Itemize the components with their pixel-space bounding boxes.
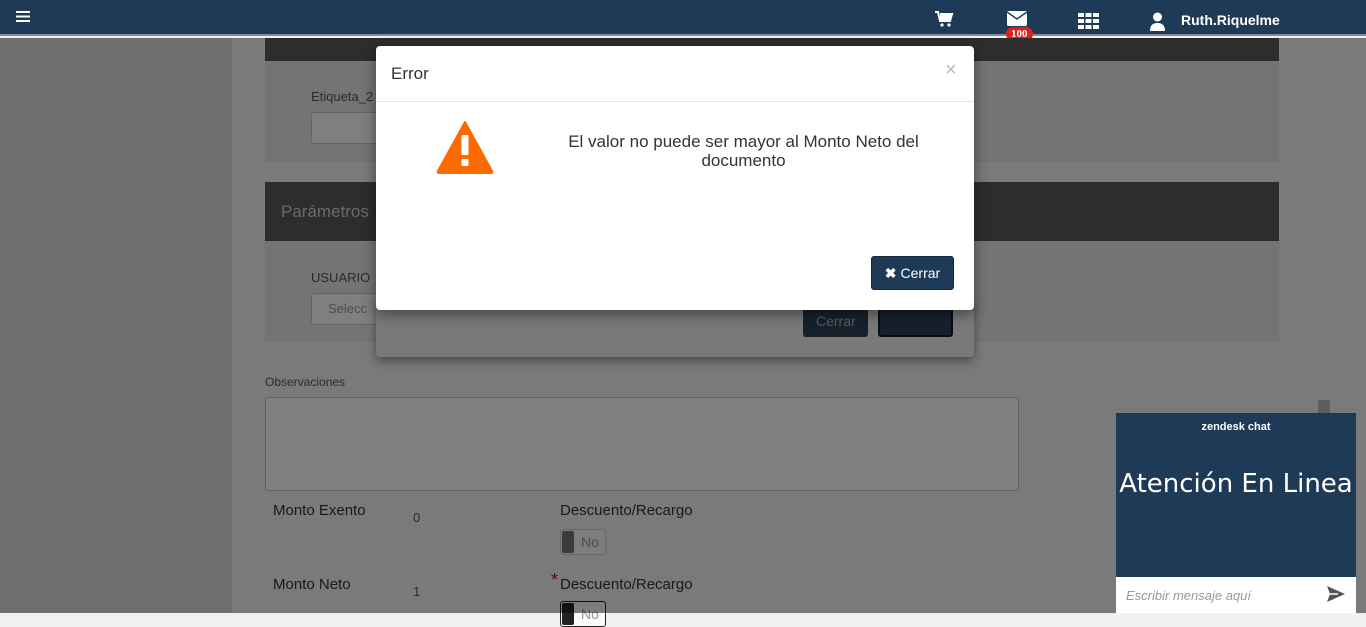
chat-placeholder: Escribir mensaje aquí xyxy=(1126,588,1251,603)
zendesk-chat-widget[interactable]: zendesk chat Atención En Linea Escribir … xyxy=(1116,413,1356,613)
chat-message-input[interactable]: Escribir mensaje aquí xyxy=(1116,577,1356,613)
cerrar-button[interactable]: ✖ Cerrar xyxy=(871,256,954,290)
close-icon[interactable]: × xyxy=(945,59,957,82)
username-label[interactable]: Ruth.Riquelme xyxy=(1181,12,1280,28)
cerrar-button-label: Cerrar xyxy=(900,264,941,281)
hamburger-icon[interactable] xyxy=(16,10,30,28)
modal-header: Error × xyxy=(376,46,974,102)
chat-brand: zendesk chat xyxy=(1201,421,1271,433)
chat-title: Atención En Linea xyxy=(1119,469,1353,499)
modal-title: Error xyxy=(391,64,429,83)
user-icon[interactable] xyxy=(1150,12,1165,36)
grid-icon[interactable] xyxy=(1078,13,1099,34)
error-modal: Error × El valor no puede ser mayor al M… xyxy=(376,46,974,310)
close-x-icon: ✖ xyxy=(884,264,897,281)
warning-icon xyxy=(436,120,494,179)
send-icon[interactable] xyxy=(1326,585,1346,608)
cart-icon[interactable] xyxy=(935,11,954,32)
error-message: El valor no puede ser mayor al Monto Net… xyxy=(568,132,919,170)
top-navbar: 100 Ruth.Riquelme xyxy=(0,0,1366,41)
